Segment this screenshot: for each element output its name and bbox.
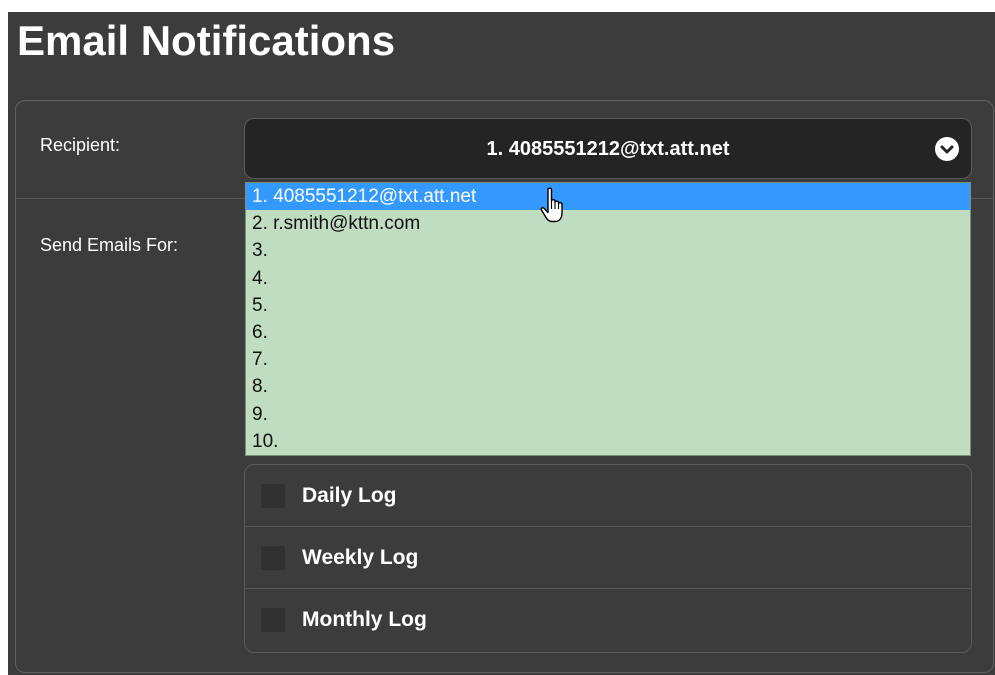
dropdown-option[interactable]: 3.	[246, 237, 970, 264]
checkbox-weekly-log[interactable]: Weekly Log	[245, 527, 971, 589]
dropdown-option[interactable]: 7.	[246, 346, 970, 373]
checkbox-monthly-log-label: Monthly Log	[302, 608, 427, 631]
dropdown-option[interactable]: 5.	[246, 292, 970, 319]
checkbox-weekly-log-label: Weekly Log	[302, 546, 419, 569]
dropdown-option[interactable]: 6.	[246, 319, 970, 346]
hand-pointer-cursor-icon	[540, 187, 563, 223]
send-emails-for-label: Send Emails For:	[40, 235, 179, 255]
dropdown-option[interactable]: 2. r.smith@kttn.com	[246, 210, 970, 237]
dropdown-option[interactable]: 10.	[246, 428, 970, 455]
recipient-label: Recipient:	[40, 135, 121, 155]
page-title: Email Notifications	[17, 17, 396, 64]
checkbox-daily-log-box[interactable]	[261, 484, 285, 508]
page-header: Email Notifications	[8, 12, 995, 100]
send-emails-for-options: Daily Log Weekly Log Monthly Log	[244, 464, 972, 653]
settings-panel: Recipient: 1. 4085551212@txt.att.net Sen…	[15, 100, 994, 673]
checkbox-monthly-log[interactable]: Monthly Log	[245, 589, 971, 651]
dropdown-option[interactable]: 4.	[246, 265, 970, 292]
chevron-down-icon[interactable]	[935, 137, 959, 161]
recipient-dropdown-list: 1. 4085551212@txt.att.net 2. r.smith@ktt…	[245, 182, 971, 456]
checkbox-daily-log[interactable]: Daily Log	[245, 465, 971, 527]
app-frame: Email Notifications Recipient: 1. 408555…	[8, 12, 995, 675]
checkbox-weekly-log-box[interactable]	[261, 546, 285, 570]
dropdown-option[interactable]: 1. 4085551212@txt.att.net	[246, 183, 970, 211]
dropdown-option[interactable]: 8.	[246, 373, 970, 400]
recipient-select[interactable]: 1. 4085551212@txt.att.net	[244, 118, 972, 179]
checkbox-daily-log-label: Daily Log	[302, 484, 397, 507]
dropdown-option[interactable]: 9.	[246, 401, 970, 428]
recipient-selected-value: 1. 4085551212@txt.att.net	[486, 138, 730, 160]
checkbox-monthly-log-box[interactable]	[261, 608, 285, 632]
